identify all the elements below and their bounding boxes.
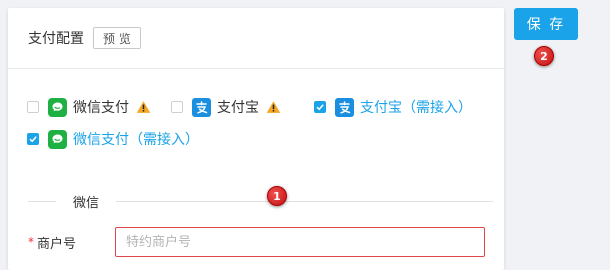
check-icon bbox=[29, 136, 37, 143]
divider-line bbox=[116, 200, 493, 202]
payment-config-panel: 支付配置 预 览 微信支付 支付宝 支付宝（需接入） 微信支付（需接入） 微信 … bbox=[8, 8, 504, 270]
payment-options-row: 微信支付（需接入） bbox=[27, 128, 497, 150]
wechat-pay-icon bbox=[48, 129, 67, 149]
wechat-pay-icon bbox=[48, 97, 67, 117]
option-label: 支付宝（需接入） bbox=[360, 100, 472, 116]
payment-options-row: 微信支付 支付宝 支付宝（需接入） bbox=[27, 96, 497, 118]
divider-line bbox=[28, 200, 56, 202]
warning-icon bbox=[136, 101, 151, 113]
option-label: 微信支付（需接入） bbox=[73, 132, 199, 148]
section-divider: 微信 bbox=[28, 193, 493, 211]
check-icon bbox=[316, 104, 324, 111]
required-mark: * bbox=[28, 235, 34, 249]
payment-options: 微信支付 支付宝 支付宝（需接入） 微信支付（需接入） bbox=[27, 96, 497, 150]
option-wechat-pay-integrated[interactable]: 微信支付（需接入） bbox=[27, 129, 199, 149]
preview-button[interactable]: 预 览 bbox=[93, 27, 141, 49]
checkbox-checked[interactable] bbox=[27, 133, 39, 145]
merchant-id-field-row: * 商户号 bbox=[28, 227, 494, 257]
section-title: 微信 bbox=[73, 195, 100, 211]
annotation-badge: 1 bbox=[267, 186, 287, 206]
option-alipay[interactable]: 支付宝 bbox=[171, 97, 281, 117]
checkbox-checked[interactable] bbox=[314, 101, 326, 113]
checkbox[interactable] bbox=[171, 101, 183, 113]
panel-header: 支付配置 预 览 bbox=[8, 8, 504, 69]
alipay-icon bbox=[335, 97, 354, 117]
option-label: 支付宝 bbox=[217, 100, 259, 116]
option-alipay-integrated[interactable]: 支付宝（需接入） bbox=[314, 97, 472, 117]
merchant-id-input[interactable] bbox=[115, 227, 485, 257]
option-label: 微信支付 bbox=[73, 100, 129, 116]
warning-icon bbox=[266, 101, 281, 113]
annotation-badge: 2 bbox=[534, 46, 554, 66]
field-label: 商户号 bbox=[37, 236, 77, 252]
checkbox[interactable] bbox=[27, 101, 39, 113]
option-wechat-pay[interactable]: 微信支付 bbox=[27, 97, 151, 117]
save-button[interactable]: 保 存 bbox=[514, 8, 578, 40]
alipay-icon bbox=[192, 97, 211, 117]
panel-title: 支付配置 bbox=[28, 31, 84, 47]
